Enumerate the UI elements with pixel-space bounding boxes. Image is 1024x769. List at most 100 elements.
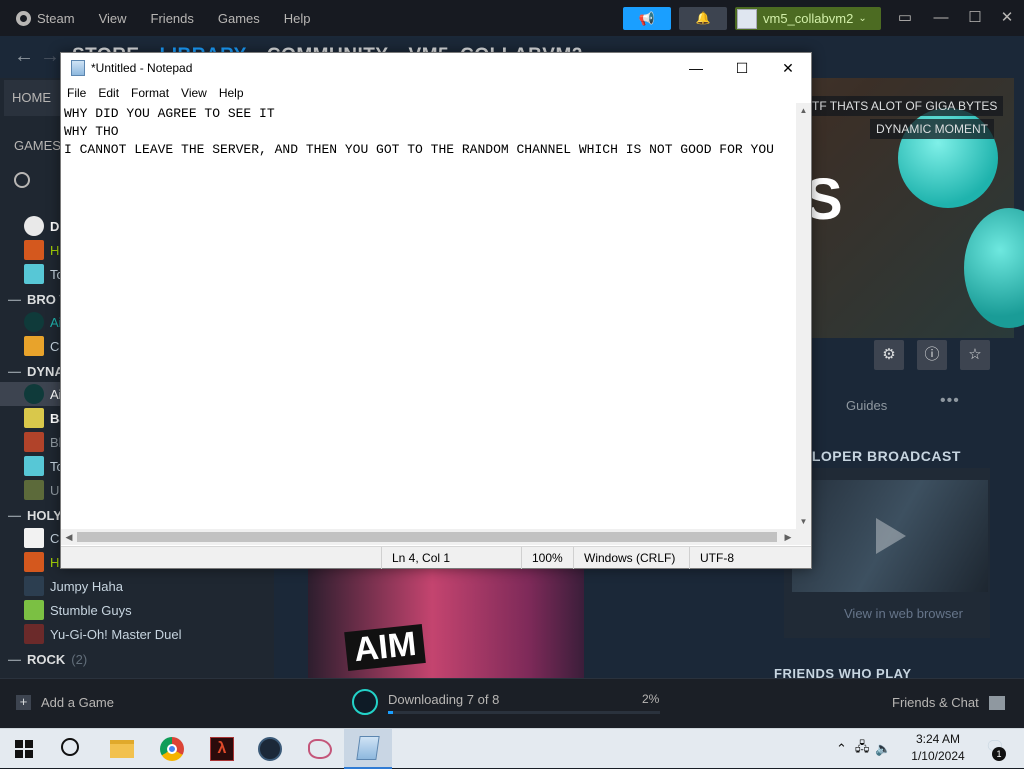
half-life-icon[interactable]: λ — [198, 729, 246, 769]
menu-file[interactable]: File — [61, 86, 92, 100]
game-icon — [24, 576, 44, 596]
game-logo: AIM — [344, 624, 427, 671]
scroll-up-icon[interactable]: ▲ — [796, 103, 811, 118]
add-game-label: Add a Game — [41, 695, 114, 710]
friends-who-play-header: FRIENDS WHO PLAY — [774, 666, 912, 678]
search-icon[interactable] — [48, 729, 96, 769]
star-icon[interactable]: ☆ — [960, 340, 990, 370]
big-picture-icon[interactable]: ▭ — [893, 6, 917, 30]
game-icon — [24, 264, 44, 284]
chrome-icon[interactable] — [148, 729, 196, 769]
add-game-button[interactable]: + Add a Game — [16, 695, 114, 710]
guides-tab[interactable]: Guides — [846, 398, 887, 413]
text-editor-area[interactable]: WHY DID YOU AGREE TO SEE IT WHY THO I CA… — [61, 103, 796, 529]
volume-muted-icon[interactable]: 🔈 — [875, 741, 891, 757]
scrollbar-corner — [796, 529, 811, 545]
network-icon[interactable]: 🖧 — [855, 738, 870, 760]
maximize-icon[interactable]: ☐ — [719, 53, 765, 83]
notepad-menu-bar: File Edit Format View Help — [61, 83, 811, 103]
game-actions: ⚙ ⓘ ☆ — [874, 340, 994, 370]
menu-help[interactable]: Help — [213, 86, 250, 100]
friends-chat-button[interactable]: Friends & Chat — [892, 695, 1005, 710]
view-in-browser-link[interactable]: View in web browser — [844, 606, 963, 621]
notepad-taskbar-icon[interactable] — [344, 729, 392, 769]
scroll-left-icon[interactable]: ◀ — [61, 529, 77, 545]
clock-time: 3:24 AM — [915, 732, 961, 746]
file-explorer-icon[interactable] — [98, 729, 146, 769]
sidebar-game[interactable]: Yu-Gi-Oh! Master Duel — [0, 622, 274, 646]
plus-icon: + — [16, 695, 31, 710]
steam-menu-bar: Steam View Friends Games Help 📢 🔔 vm5_co… — [0, 0, 1024, 36]
sidebar-game[interactable]: Jumpy Haha — [0, 574, 274, 598]
scroll-right-icon[interactable]: ▶ — [780, 529, 796, 545]
game-label: Jumpy Haha — [50, 578, 123, 594]
notification-badge: 1 — [992, 747, 1006, 761]
clock-date: 1/10/2024 — [911, 749, 965, 763]
cursor-position: Ln 4, Col 1 — [381, 547, 521, 569]
system-tray: ⌃ 🖧 🔈 — [836, 729, 892, 769]
forward-arrow-icon[interactable]: → — [40, 45, 60, 68]
games-header[interactable]: GAMES — [14, 138, 61, 153]
home-button[interactable]: HOME — [4, 80, 60, 116]
maximize-icon[interactable]: ☐ — [963, 6, 987, 30]
game-icon — [24, 408, 44, 428]
account-menu-button[interactable]: vm5_collabvm2 ⌄ — [735, 7, 881, 30]
steam-menu-steam[interactable]: Steam — [37, 11, 87, 26]
menu-format[interactable]: Format — [125, 86, 175, 100]
category-count: (2) — [71, 651, 88, 667]
close-icon[interactable]: ✕ — [765, 53, 811, 83]
steam-menu-games[interactable]: Games — [206, 11, 272, 26]
steam-menu-friends[interactable]: Friends — [139, 11, 206, 26]
download-progress-bar — [388, 711, 660, 714]
chevron-up-icon[interactable]: ⌃ — [836, 741, 847, 757]
category-header[interactable]: — ROCK (2) — [0, 648, 274, 670]
notepad-title-bar[interactable]: *Untitled - Notepad — ☐ ✕ — [61, 53, 811, 83]
announcements-button[interactable]: 📢 — [623, 7, 671, 30]
scroll-down-icon[interactable]: ▼ — [796, 514, 811, 529]
broadcast-video[interactable] — [792, 480, 988, 592]
clock[interactable]: 3:24 AM 1/10/2024 — [898, 731, 978, 765]
game-icon — [24, 528, 44, 548]
minimize-icon[interactable]: — — [929, 6, 953, 30]
game-icon — [24, 216, 44, 236]
info-icon[interactable]: ⓘ — [917, 340, 947, 370]
steam-taskbar-icon[interactable] — [246, 729, 294, 769]
broadcast-header: ELOPER BROADCAST — [802, 448, 961, 464]
friends-icon — [988, 695, 1005, 710]
game-icon — [24, 312, 44, 332]
close-icon[interactable]: ✕ — [995, 6, 1019, 30]
game-icon — [24, 336, 44, 356]
sidebar-game[interactable]: Stumble Guys — [0, 598, 274, 622]
download-status[interactable]: Downloading 7 of 8 — [388, 692, 499, 707]
gear-icon[interactable]: ⚙ — [874, 340, 904, 370]
horizontal-scrollbar[interactable]: ◀ ▶ — [61, 529, 796, 545]
download-percent: 2% — [642, 692, 660, 706]
game-icon — [24, 480, 44, 500]
paint-icon[interactable] — [296, 729, 344, 769]
minimize-icon[interactable]: — — [673, 53, 719, 83]
text-encoding: UTF-8 — [689, 547, 811, 569]
windows-logo-icon — [14, 739, 34, 759]
notepad-icon — [71, 60, 85, 76]
steam-menu-help[interactable]: Help — [272, 11, 323, 26]
windows-taskbar: λ ⌃ 🖧 🔈 3:24 AM 1/10/2024 🗨 1 — [0, 728, 1024, 769]
notifications-button[interactable]: 🔔 — [679, 7, 727, 30]
menu-view[interactable]: View — [175, 86, 213, 100]
more-options-icon[interactable]: ••• — [940, 392, 960, 410]
download-game-icon[interactable] — [352, 689, 378, 715]
game-icon — [24, 624, 44, 644]
play-icon[interactable] — [876, 518, 906, 554]
back-arrow-icon[interactable]: ← — [14, 45, 34, 68]
search-icon[interactable] — [14, 172, 30, 188]
zoom-level: 100% — [521, 547, 573, 569]
menu-edit[interactable]: Edit — [92, 86, 125, 100]
steam-menu-view[interactable]: View — [87, 11, 139, 26]
game-icon — [24, 600, 44, 620]
bell-icon: 🔔 — [695, 11, 711, 25]
vertical-scrollbar[interactable]: ▲ ▼ — [796, 103, 811, 529]
horizontal-scroll-thumb[interactable] — [77, 532, 777, 542]
notepad-window: *Untitled - Notepad — ☐ ✕ File Edit Form… — [60, 52, 812, 569]
start-button[interactable] — [0, 729, 48, 769]
steam-logo-icon — [16, 10, 31, 26]
steam-footer: + Add a Game Downloading 7 of 8 2% Friend… — [0, 678, 1024, 728]
